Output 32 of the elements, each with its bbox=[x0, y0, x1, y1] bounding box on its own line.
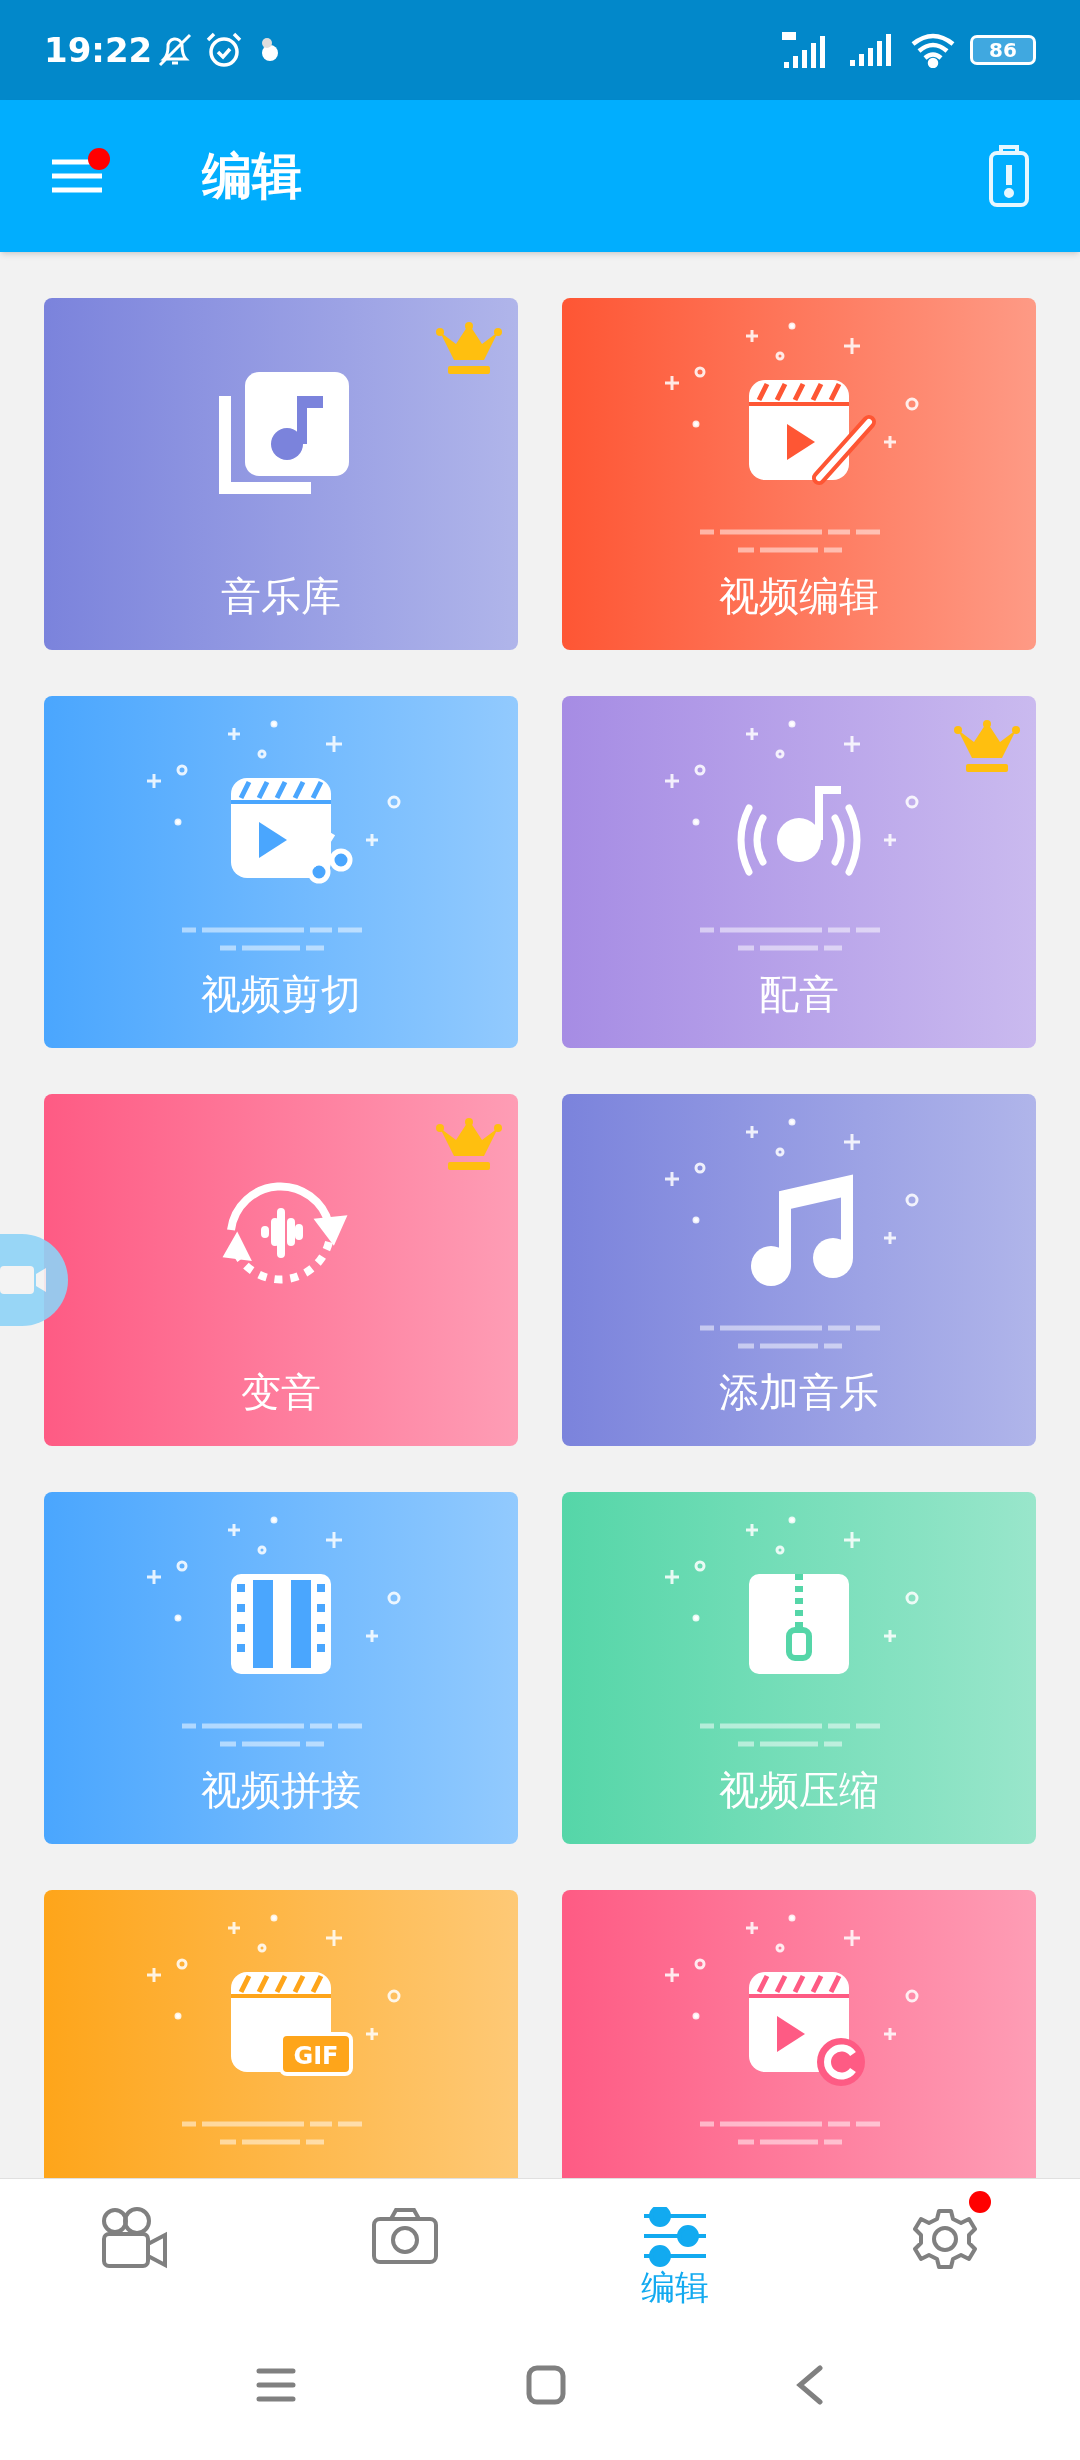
menu-icon[interactable] bbox=[256, 2367, 296, 2403]
sliders-icon bbox=[642, 2207, 708, 2267]
feature-card[interactable]: GIF bbox=[44, 1890, 518, 2178]
card-title: 添加音乐 bbox=[719, 1368, 879, 1416]
card-title: 视频剪切 bbox=[201, 970, 361, 1018]
page-title: 编辑 bbox=[202, 145, 302, 207]
feature-card[interactable]: 视频剪切 bbox=[44, 696, 518, 1048]
feature-card[interactable]: 添加音乐 bbox=[562, 1094, 1036, 1446]
battery-alert-icon[interactable] bbox=[988, 145, 1030, 207]
wifi-icon bbox=[910, 32, 956, 68]
feature-card[interactable]: 视频拼接 bbox=[44, 1492, 518, 1844]
status-time: 19:22 bbox=[44, 28, 153, 72]
card-title: 视频编辑 bbox=[719, 572, 879, 620]
feature-card[interactable]: 配音 bbox=[562, 696, 1036, 1048]
card-title: 视频拼接 bbox=[201, 1766, 361, 1814]
feature-card[interactable]: 变音 bbox=[44, 1094, 518, 1446]
feature-card[interactable]: 视频编辑 bbox=[562, 298, 1036, 650]
card-title: 音乐库 bbox=[221, 572, 341, 620]
video-camera-icon bbox=[0, 1264, 48, 1296]
nav-label: 编辑 bbox=[641, 2267, 709, 2307]
camera-icon bbox=[371, 2207, 439, 2265]
card-title: 变音 bbox=[241, 1368, 321, 1416]
card-title: 配音 bbox=[759, 970, 839, 1018]
home-button-icon[interactable] bbox=[526, 2365, 566, 2405]
feature-card[interactable]: 视频压缩 bbox=[562, 1492, 1036, 1844]
settings-icon bbox=[913, 2207, 977, 2271]
card-title: 视频压缩 bbox=[719, 1766, 879, 1814]
back-icon[interactable] bbox=[796, 2365, 824, 2405]
battery-level: 86 bbox=[989, 40, 1017, 60]
feature-card[interactable] bbox=[562, 1890, 1036, 2178]
video-camera-icon bbox=[101, 2207, 169, 2269]
feature-card[interactable]: 音乐库 bbox=[44, 298, 518, 650]
